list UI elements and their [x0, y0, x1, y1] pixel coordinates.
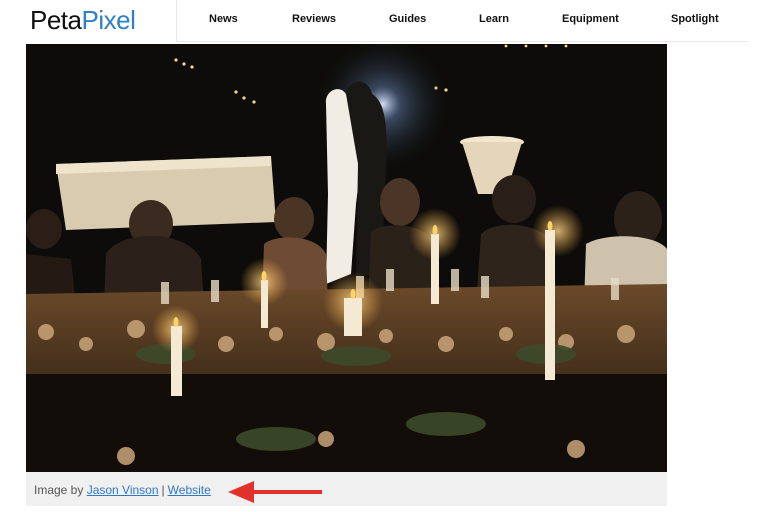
- main-nav: News Reviews Guides Learn Equipment Spot…: [176, 0, 756, 42]
- nav-item-equipment[interactable]: Equipment: [562, 13, 619, 25]
- nav-item-spotlight[interactable]: Spotlight: [671, 13, 719, 25]
- site-header: PetaPixel News Reviews Guides Learn Equi…: [0, 0, 768, 42]
- caption-text: Image by Jason Vinson | Website: [34, 483, 211, 497]
- photo-caption: Image by Jason Vinson | Website: [26, 472, 667, 506]
- caption-prefix: Image by: [34, 483, 84, 497]
- website-link[interactable]: Website: [168, 483, 211, 497]
- logo-peta: Peta: [30, 5, 82, 35]
- nav-item-learn[interactable]: Learn: [479, 13, 509, 25]
- nav-item-news[interactable]: News: [209, 13, 238, 25]
- nav-item-reviews[interactable]: Reviews: [292, 13, 336, 25]
- red-arrow-annotation: [228, 481, 322, 503]
- nav-item-guides[interactable]: Guides: [389, 13, 426, 25]
- author-link[interactable]: Jason Vinson: [87, 483, 159, 497]
- photo-illustration: [26, 44, 667, 472]
- article-photo: [26, 44, 667, 472]
- site-logo[interactable]: PetaPixel: [30, 5, 136, 35]
- caption-separator: |: [161, 483, 165, 497]
- logo-pixel: Pixel: [81, 5, 136, 35]
